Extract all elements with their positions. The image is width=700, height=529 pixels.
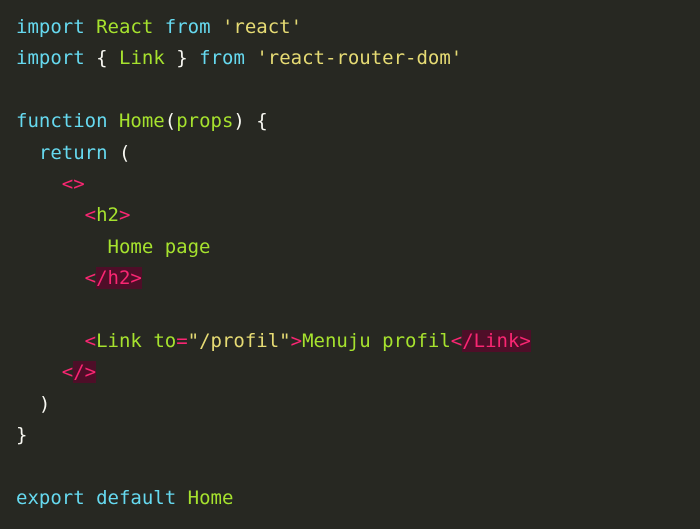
- code-line: import React from 'react': [16, 12, 700, 43]
- keyword: function: [16, 110, 108, 133]
- code-line: function Home(props) {: [16, 106, 700, 137]
- punctuation: ): [38, 392, 51, 415]
- keyword: import: [16, 16, 85, 38]
- jsx-tag-name: h2: [96, 204, 119, 227]
- punctuation: }: [16, 424, 28, 447]
- string-literal: 'react-router-dom': [256, 47, 463, 70]
- jsx-text: Home page: [107, 235, 211, 258]
- jsx-bracket: >: [290, 329, 303, 352]
- code-line: <Link to="/profil">Menuju profil</Link>: [16, 326, 700, 357]
- code-editor[interactable]: import React from 'react' import { Link …: [0, 0, 700, 529]
- jsx-bracket: <: [61, 361, 74, 384]
- function-name: Home: [118, 110, 165, 133]
- jsx-bracket: <: [84, 267, 97, 290]
- string-literal: 'react': [221, 16, 303, 38]
- jsx-closing-tag-error: /h2>: [96, 267, 142, 290]
- jsx-closing-tag-error: /Link>: [462, 329, 531, 352]
- code-line: </>: [16, 357, 700, 388]
- jsx-attribute: to: [153, 329, 177, 352]
- keyword: return: [38, 141, 108, 164]
- identifier: Home: [187, 486, 234, 509]
- jsx-bracket: <: [84, 329, 97, 352]
- keyword: from: [199, 47, 245, 70]
- punctuation: }: [176, 47, 188, 70]
- jsx-text: Menuju profil: [302, 329, 451, 352]
- punctuation: {: [256, 110, 268, 133]
- identifier: Link: [119, 47, 165, 70]
- parameter: props: [176, 110, 234, 133]
- keyword: from: [164, 16, 211, 38]
- identifier: React: [96, 16, 154, 38]
- code-line: <>: [16, 169, 700, 200]
- code-line: return (: [16, 138, 700, 169]
- punctuation: (: [164, 110, 177, 133]
- string-literal: "/profil": [187, 329, 291, 352]
- jsx-fragment-open: <>: [61, 172, 85, 195]
- jsx-bracket: >: [118, 204, 131, 227]
- operator: =: [176, 329, 188, 352]
- punctuation: {: [96, 47, 108, 70]
- code-line: import { Link } from 'react-router-dom': [16, 43, 700, 74]
- jsx-bracket: <: [84, 204, 97, 227]
- keyword: import: [16, 47, 85, 70]
- jsx-fragment-close-error: />: [73, 361, 97, 384]
- jsx-tag-name: Link: [96, 329, 142, 352]
- code-line: ): [16, 389, 700, 420]
- code-line: export default Home: [16, 483, 700, 514]
- punctuation: (: [118, 141, 131, 164]
- code-line: </h2>: [16, 263, 700, 294]
- jsx-bracket: <: [450, 329, 463, 352]
- keyword: export: [16, 486, 85, 509]
- keyword: default: [96, 486, 177, 509]
- punctuation: ): [233, 110, 245, 133]
- code-line: }: [16, 420, 700, 451]
- code-line: Home page: [16, 232, 700, 263]
- code-line: <h2>: [16, 200, 700, 231]
